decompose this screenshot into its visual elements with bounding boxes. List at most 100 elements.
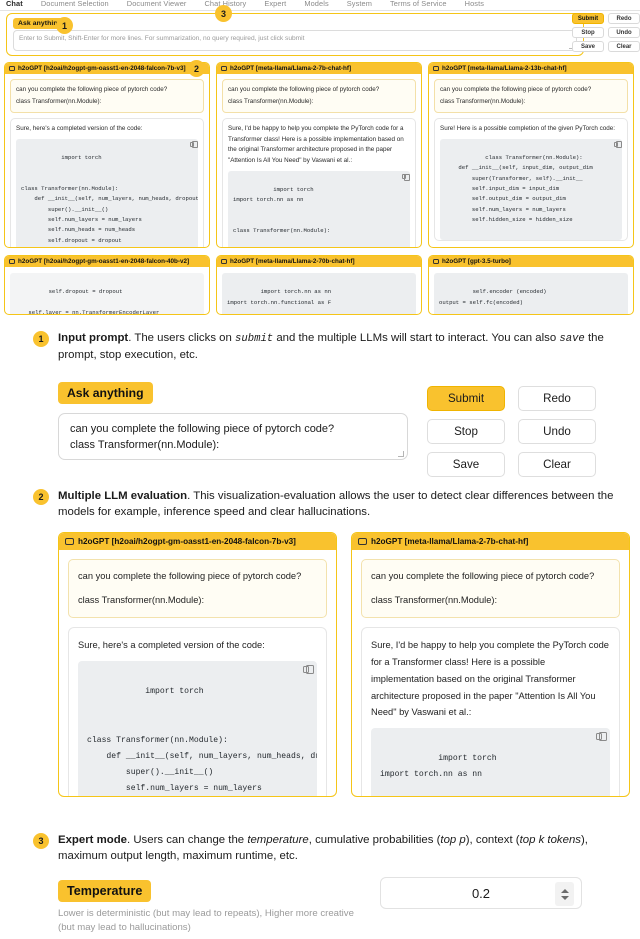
llm-panel-title: h2oGPT [h2oai/h2ogpt-gm-oasst1-en-2048-f… <box>18 65 186 72</box>
save-button-top[interactable]: Save <box>572 41 604 52</box>
llm-panel-title: h2oGPT [meta-llama/Llama-2-7b-chat-hf] <box>230 65 352 72</box>
annotation-3-number: 3 <box>33 833 49 849</box>
clear-button-top[interactable]: Clear <box>608 41 640 52</box>
expert-mode-detail: Temperature Lower is deterministic (but … <box>58 877 630 936</box>
temperature-number-input[interactable]: 0.2 <box>380 877 582 909</box>
top-button-grid: Submit Redo Stop Undo Save Clear <box>572 13 640 52</box>
tab-expert[interactable]: Expert <box>264 0 286 8</box>
annotation-3-body-b: , cumulative probabilities ( <box>308 834 441 846</box>
resize-handle-icon[interactable] <box>398 451 404 457</box>
user-message-line: can you complete the following piece of … <box>16 86 168 93</box>
assistant-intro: Sure, I'd be happy to help you complete … <box>228 124 404 165</box>
llm-panels-row-2: h2oGPT [h2oai/h2ogpt-gm-oasst1-en-2048-f… <box>4 255 636 315</box>
undo-button[interactable]: Undo <box>518 419 596 444</box>
llm-panel-body: self.dropout = dropout self.layer = nn.T… <box>5 267 209 315</box>
llm-panel-body: can you complete the following piece of … <box>429 74 633 241</box>
code-text: self.encoder (encoded) output = self.fc(… <box>439 288 547 306</box>
annotation-1-body-a: . The users clicks on <box>128 332 236 344</box>
callout-badge-1: 1 <box>56 17 73 34</box>
temperature-help-text: Lower is deterministic (but may lead to … <box>58 908 354 934</box>
code-text: import torch import torch.nn as nn class… <box>233 186 331 235</box>
assistant-message: Sure! Here is a possible completion of t… <box>434 117 628 241</box>
chat-icon <box>65 538 74 545</box>
annotation-1-number: 1 <box>33 331 49 347</box>
annotation-3-text: Expert mode. Users can change the temper… <box>58 832 623 864</box>
user-message-line: class Transformer(nn.Module): <box>371 595 498 606</box>
assistant-message: Sure, I'd be happy to help you complete … <box>361 627 620 796</box>
user-message-line: class Transformer(nn.Module): <box>78 595 205 606</box>
annotation-3-em-top-k: top k tokens <box>519 834 581 846</box>
llm-panel-header: h2oGPT [h2oai/h2ogpt-gm-oasst1-en-2048-f… <box>59 533 336 550</box>
code-text: self.dropout = dropout self.layer = nn.T… <box>28 288 160 315</box>
annotation-2-number: 2 <box>33 489 49 505</box>
tab-models[interactable]: Models <box>304 0 328 8</box>
copy-icon[interactable] <box>402 173 410 181</box>
assistant-intro: Sure, I'd be happy to help you complete … <box>371 640 609 718</box>
tab-document-selection[interactable]: Document Selection <box>41 0 109 8</box>
user-message-line: can you complete the following piece of … <box>228 86 380 93</box>
copy-icon[interactable] <box>614 141 622 149</box>
code-block: import torch import torch.nn as nn class… <box>228 170 410 247</box>
chevron-up-icon[interactable] <box>560 888 569 893</box>
llm-panels-row-1: h2oGPT [h2oai/h2ogpt-gm-oasst1-en-2048-f… <box>4 62 636 248</box>
tab-chat[interactable]: Chat <box>6 0 23 8</box>
stop-button-top[interactable]: Stop <box>572 27 604 38</box>
user-message-line: can you complete the following piece of … <box>78 571 302 581</box>
llm-panel[interactable]: h2oGPT [meta-llama/Llama-2-70b-chat-hf] … <box>216 255 422 315</box>
clear-button[interactable]: Clear <box>518 452 596 477</box>
annotation-3-body-c: ), context ( <box>465 834 520 846</box>
llm-panel[interactable]: h2oGPT [meta-llama/Llama-2-13b-chat-hf] … <box>428 62 634 248</box>
user-message-line: can you complete the following piece of … <box>371 571 595 581</box>
copy-icon[interactable] <box>596 732 607 742</box>
annotation-3-title: Expert mode <box>58 834 127 846</box>
code-text: import torch import torch.nn as nn <box>380 754 497 780</box>
submit-button[interactable]: Submit <box>427 386 505 411</box>
user-message-line: can you complete the following piece of … <box>440 86 592 93</box>
tab-document-viewer[interactable]: Document Viewer <box>127 0 187 8</box>
stop-button[interactable]: Stop <box>427 419 505 444</box>
prompt-value-line-2: class Transformer(nn.Module): <box>70 438 220 451</box>
chat-icon <box>433 259 439 264</box>
copy-icon[interactable] <box>190 141 198 149</box>
prompt-input[interactable]: Enter to Submit, Shift-Enter for more li… <box>13 30 577 51</box>
user-message: can you complete the following piece of … <box>434 79 628 113</box>
annotation-section-1: 1 Input prompt. The users clicks on subm… <box>0 330 640 485</box>
chevron-down-icon[interactable] <box>560 895 569 900</box>
submit-button-top[interactable]: Submit <box>572 13 604 24</box>
annotation-2-head: 2 Multiple LLM evaluation. This visualiz… <box>0 488 640 520</box>
annotation-1-body-b: and the multiple LLMs will start to inte… <box>273 332 560 344</box>
chat-icon <box>221 66 227 71</box>
tab-system[interactable]: System <box>347 0 372 8</box>
annotation-1-code-save: save <box>559 333 585 345</box>
llm-panel[interactable]: h2oGPT [h2oai/h2ogpt-gm-oasst1-en-2048-f… <box>4 62 210 248</box>
prompt-textarea-detail[interactable]: can you complete the following piece of … <box>58 413 408 460</box>
code-block: import torch class Transformer(nn.Module… <box>78 661 317 796</box>
redo-button-top[interactable]: Redo <box>608 13 640 24</box>
annotation-1-code-submit: submit <box>235 333 274 345</box>
code-text: import torch class Transformer(nn.Module… <box>21 153 198 244</box>
stepper-arrows-icon[interactable] <box>555 882 574 906</box>
copy-icon[interactable] <box>303 665 314 675</box>
user-message: can you complete the following piece of … <box>10 79 204 113</box>
chat-icon <box>433 66 439 71</box>
llm-panel-title: h2oGPT [meta-llama/Llama-2-7b-chat-hf] <box>371 537 529 546</box>
user-message: can you complete the following piece of … <box>361 559 620 619</box>
annotation-3-body-a: . Users can change the <box>127 834 248 846</box>
llm-panel[interactable]: h2oGPT [gpt-3.5-turbo] self.encoder (enc… <box>428 255 634 315</box>
assistant-message: Sure, here's a completed version of the … <box>10 117 204 247</box>
llm-panel-header: h2oGPT [meta-llama/Llama-2-7b-chat-hf] <box>217 63 421 74</box>
llm-panel-detail[interactable]: h2oGPT [h2oai/h2ogpt-gm-oasst1-en-2048-f… <box>58 532 337 797</box>
redo-button[interactable]: Redo <box>518 386 596 411</box>
user-message: can you complete the following piece of … <box>68 559 327 619</box>
save-button[interactable]: Save <box>427 452 505 477</box>
code-block: import torch.nn as nn import torch.nn.fu… <box>222 273 416 314</box>
llm-panel[interactable]: h2oGPT [meta-llama/Llama-2-7b-chat-hf] c… <box>216 62 422 248</box>
llm-panel-detail[interactable]: h2oGPT [meta-llama/Llama-2-7b-chat-hf] c… <box>351 532 630 797</box>
llm-panel[interactable]: h2oGPT [h2oai/h2ogpt-gm-oasst1-en-2048-f… <box>4 255 210 315</box>
prompt-area: Ask anything Enter to Submit, Shift-Ente… <box>6 13 584 56</box>
undo-button-top[interactable]: Undo <box>608 27 640 38</box>
tab-hosts[interactable]: Hosts <box>465 0 484 8</box>
chat-icon <box>358 538 367 545</box>
chat-icon <box>9 66 15 71</box>
tab-terms-of-service[interactable]: Terms of Service <box>390 0 447 8</box>
